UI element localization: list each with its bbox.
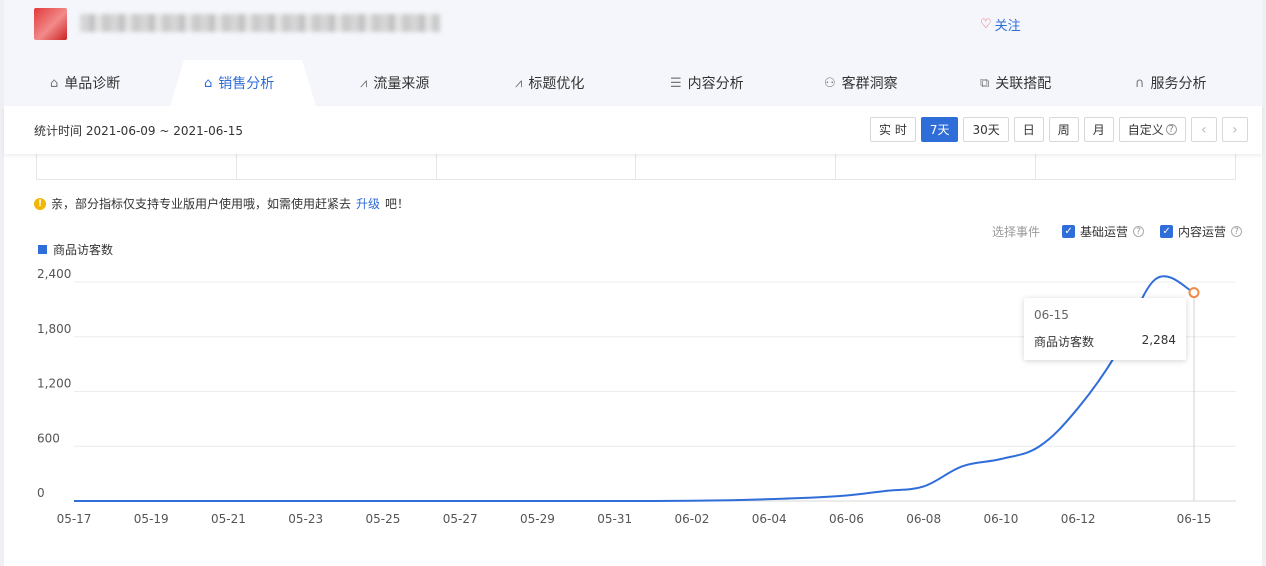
x-tick-label: 06-10 — [983, 512, 1018, 526]
x-tick-label: 06-12 — [1061, 512, 1096, 526]
x-tick-label: 05-29 — [520, 512, 555, 526]
headset-icon: ∩ — [1135, 75, 1145, 91]
x-tick-label: 05-21 — [211, 512, 246, 526]
event-label: 内容运营 — [1178, 225, 1227, 239]
tab-related-matching[interactable]: ⧉ 关联搭配 — [980, 60, 1051, 106]
checkbox-checked-icon: ✓ — [1062, 225, 1076, 238]
tab-sales-analysis[interactable]: ⌂ 销售分析 — [204, 60, 274, 106]
tooltip-date: 06-15 — [1034, 308, 1069, 322]
tab-title-optimization[interactable]: ⩘ 标题优化 — [515, 60, 584, 106]
prev-period-button[interactable]: ‹ — [1190, 117, 1217, 142]
week-button[interactable]: 周 — [1048, 117, 1079, 142]
help-icon: ? — [1133, 226, 1145, 237]
event-selector: 选择事件 ✓ 基础运营 ? ✓ 内容运营 ? — [992, 223, 1243, 240]
visitors-line-chart: 0 600 1,200 1,800 2,400 05-17 05-19 05-21 05-23… — [37, 267, 1236, 526]
x-tick-label: 06-04 — [752, 512, 787, 526]
realtime-button[interactable]: 实 时 — [870, 117, 916, 142]
line-chart-icon: ⩘ — [360, 75, 368, 91]
x-tick-label: 05-17 — [57, 512, 92, 526]
x-tick-label: 05-27 — [443, 512, 478, 526]
event-basic-ops-checkbox[interactable]: ✓ 基础运营 ? — [1062, 223, 1145, 240]
chart-tooltip: 06-15 商品访客数 2,284 — [1024, 298, 1186, 360]
link-icon: ⧉ — [980, 75, 990, 91]
x-tick-label: 06-02 — [674, 512, 709, 526]
analysis-tabs: ⌂ 单品诊断 ⌂ 销售分析 ⩘ 流量来源 ⩘ 标题优化 ☰ 内容分析 ⚇ 客群洞… — [4, 60, 1262, 106]
tab-label: 客群洞察 — [841, 76, 898, 92]
product-title-blurred — [80, 14, 440, 32]
upgrade-notice: ! 亲，部分指标仅支持专业版用户使用哦，如需使用赶紧去 升级 吧！ — [34, 195, 409, 212]
month-button[interactable]: 月 — [1083, 117, 1114, 142]
notice-tail: 吧！ — [385, 197, 410, 211]
y-axis-ticks: 0 600 1,200 1,800 2,400 — [37, 267, 71, 500]
line-chart-icon: ⩘ — [515, 75, 523, 91]
tab-label: 标题优化 — [528, 76, 585, 92]
document-icon: ☰ — [670, 75, 682, 91]
page-frame: ♡ 关注 ⌂ 单品诊断 ⌂ 销售分析 ⩘ 流量来源 ⩘ 标题优化 ☰ 内容分析 … — [4, 0, 1262, 566]
x-tick-label: 05-31 — [597, 512, 632, 526]
checkbox-checked-icon: ✓ — [1160, 225, 1174, 238]
upgrade-link[interactable]: 升级 — [356, 195, 380, 212]
next-period-button[interactable]: › — [1221, 117, 1248, 142]
tab-label: 关联搭配 — [995, 76, 1052, 92]
event-content-ops-checkbox[interactable]: ✓ 内容运营 ? — [1160, 223, 1243, 240]
tab-label: 内容分析 — [687, 76, 744, 92]
day-button[interactable]: 日 — [1013, 117, 1044, 142]
heart-icon: ♡ — [980, 17, 992, 32]
bag-icon: ⌂ — [204, 75, 213, 91]
tab-label: 流量来源 — [373, 76, 430, 92]
30day-button[interactable]: 30天 — [963, 117, 1009, 142]
product-thumbnail[interactable] — [34, 8, 67, 40]
event-selector-label: 选择事件 — [992, 225, 1041, 239]
custom-range-button[interactable]: 自定义 ? — [1118, 117, 1186, 142]
x-tick-label: 05-19 — [134, 512, 169, 526]
7day-button[interactable]: 7天 — [920, 117, 959, 142]
tab-label: 服务分析 — [1150, 76, 1207, 92]
y-tick-label: 600 — [37, 431, 60, 445]
period-label: 统计时间 2021-06-09 ~ 2021-06-15 — [34, 124, 243, 138]
notice-text: 亲，部分指标仅支持专业版用户使用哦，如需使用赶紧去 — [51, 197, 352, 211]
help-icon: ? — [1165, 124, 1177, 135]
x-tick-label: 06-15 — [1177, 512, 1212, 526]
y-tick-label: 1,800 — [37, 322, 71, 336]
follow-label: 关注 — [994, 19, 1021, 34]
tab-label: 销售分析 — [218, 76, 275, 92]
tooltip-value: 2,284 — [1141, 333, 1176, 347]
tab-label: 单品诊断 — [64, 76, 121, 92]
help-icon: ? — [1231, 226, 1243, 237]
y-tick-label: 2,400 — [37, 267, 71, 281]
x-tick-label: 06-06 — [829, 512, 864, 526]
tab-traffic-source[interactable]: ⩘ 流量来源 — [360, 60, 429, 106]
tooltip-label: 商品访客数 — [1034, 335, 1095, 349]
tab-service-analysis[interactable]: ∩ 服务分析 — [1135, 60, 1207, 106]
data-point-highlight — [1188, 287, 1200, 299]
x-tick-label: 05-25 — [366, 512, 401, 526]
y-tick-label: 1,200 — [37, 377, 71, 391]
tab-customer-insight[interactable]: ⚇ 客群洞察 — [824, 60, 898, 106]
x-tick-label: 06-08 — [906, 512, 941, 526]
users-icon: ⚇ — [824, 75, 836, 91]
legend-swatch — [38, 245, 47, 254]
custom-label: 自定义 — [1127, 123, 1164, 137]
tab-content-analysis[interactable]: ☰ 内容分析 — [670, 60, 744, 106]
event-label: 基础运营 — [1080, 225, 1129, 239]
period-toolbar: 统计时间 2021-06-09 ~ 2021-06-15 实 时 7天 30天 … — [4, 106, 1262, 154]
x-axis-ticks: 05-17 05-19 05-21 05-23 05-25 05-27 05-29 05-31… — [57, 512, 1212, 526]
warning-icon: ! — [34, 197, 46, 210]
x-tick-label: 05-23 — [288, 512, 323, 526]
bag-icon: ⌂ — [50, 75, 59, 91]
y-tick-label: 0 — [37, 486, 45, 500]
tab-single-diagnosis[interactable]: ⌂ 单品诊断 — [50, 60, 120, 106]
range-buttons: 实 时 7天 30天 日 周 月 自定义 ? ‹ › — [870, 117, 1248, 142]
follow-button[interactable]: ♡ 关注 — [980, 15, 1021, 34]
